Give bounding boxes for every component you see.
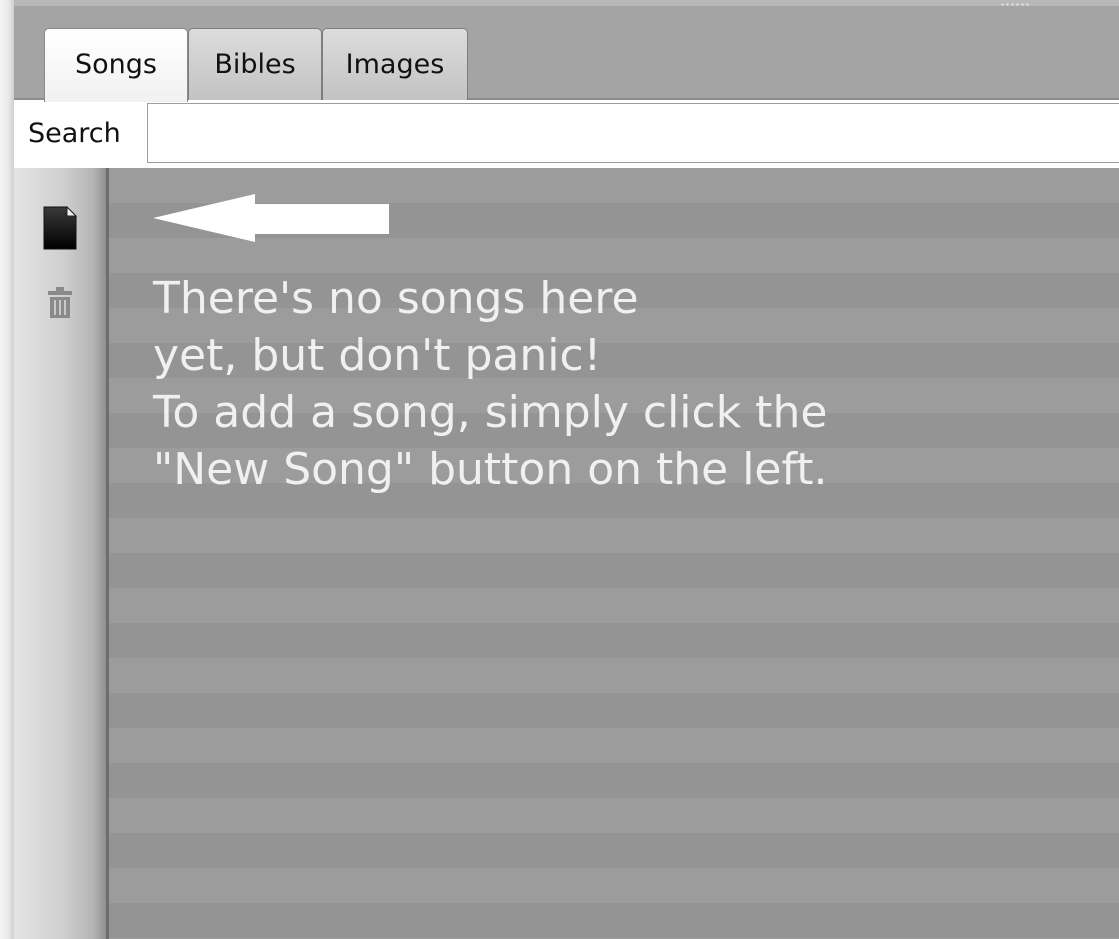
songs-list-panel[interactable]: There's no songs here yet, but don't pan… <box>106 168 1119 939</box>
arrow-left-icon <box>153 194 389 242</box>
empty-state-message: There's no songs here yet, but don't pan… <box>153 270 1093 498</box>
app-window: Songs Bibles Images Search There's no so… <box>0 0 1119 939</box>
tab-bar: Songs Bibles Images <box>14 6 1119 102</box>
search-bar: Search <box>14 100 1119 168</box>
new-song-button[interactable] <box>38 206 82 250</box>
tab-songs[interactable]: Songs <box>44 28 188 102</box>
search-input[interactable] <box>147 103 1119 163</box>
empty-state-line: "New Song" button on the left. <box>153 444 828 495</box>
window-left-frame <box>0 0 14 939</box>
tab-bibles[interactable]: Bibles <box>188 28 322 100</box>
tab-images[interactable]: Images <box>322 28 468 100</box>
trash-icon <box>48 287 72 318</box>
search-label: Search <box>28 118 121 149</box>
empty-state-line: yet, but don't panic! <box>153 330 602 381</box>
new-document-icon <box>43 206 77 250</box>
songs-toolbar <box>14 168 106 939</box>
empty-state-line: There's no songs here <box>153 273 639 324</box>
delete-song-button[interactable] <box>38 280 82 324</box>
empty-state-line: To add a song, simply click the <box>153 387 828 438</box>
